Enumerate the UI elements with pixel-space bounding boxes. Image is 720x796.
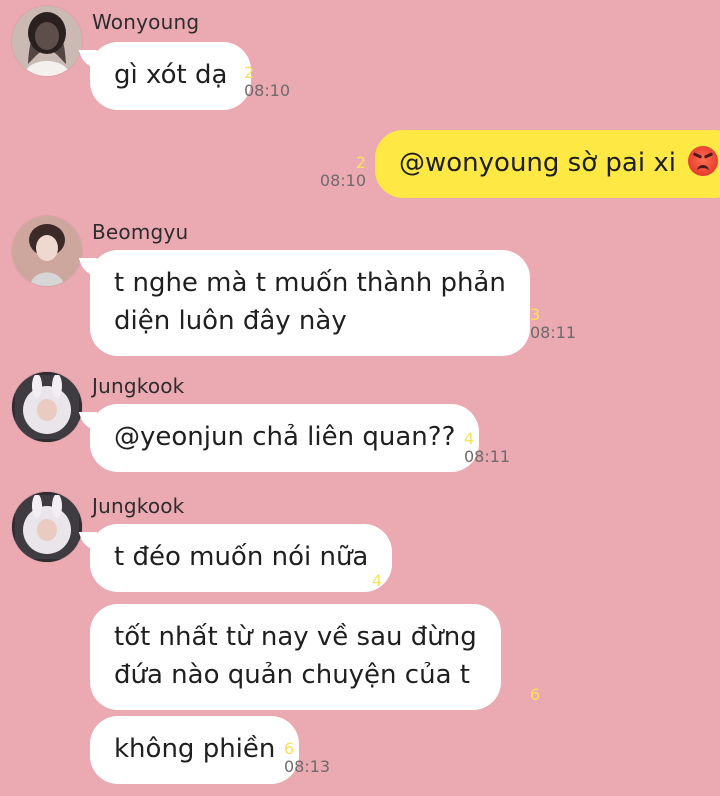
message-bubble[interactable]: tốt nhất từ nay về sau đừng đứa nào quản… bbox=[90, 604, 501, 710]
message-time: 08:10 bbox=[319, 171, 366, 190]
wonyoung-avatar-icon bbox=[12, 6, 82, 76]
message-meta: 2 08:10 bbox=[244, 64, 290, 100]
jungkook-avatar-icon bbox=[12, 492, 82, 562]
read-count: 3 bbox=[530, 305, 541, 324]
message-text: @yeonjun chả liên quan?? bbox=[114, 422, 456, 452]
message-bubble[interactable]: không phiền bbox=[90, 716, 300, 784]
message-bubble[interactable]: @wonyoung sờ pai xi bbox=[375, 130, 720, 198]
message-text: không phiền bbox=[114, 734, 276, 764]
message-text-line: diện luôn đây này bbox=[114, 306, 347, 336]
chat-thread[interactable]: Wonyoung gì xót dạ 2 08:10 2 08:10 @wony… bbox=[0, 0, 720, 796]
message-bubble[interactable]: @yeonjun chả liên quan?? bbox=[90, 404, 480, 472]
read-count: 6 bbox=[530, 685, 541, 704]
message-bubble[interactable]: gì xót dạ bbox=[90, 42, 252, 110]
read-count: 2 bbox=[244, 63, 255, 82]
wonyoung-avatar[interactable] bbox=[12, 6, 82, 76]
beomgyu-avatar[interactable] bbox=[12, 216, 82, 286]
message-meta: 2 08:10 bbox=[318, 154, 366, 190]
angry-face-icon bbox=[688, 146, 719, 176]
message-text-line: t nghe mà t muốn thành phản bbox=[114, 268, 506, 298]
beomgyu-avatar-icon bbox=[12, 216, 82, 286]
message-meta: 4 08:11 bbox=[464, 430, 510, 466]
message-time: 08:13 bbox=[284, 757, 331, 776]
message-meta: 4 bbox=[372, 572, 382, 590]
jungkook-avatar[interactable] bbox=[12, 492, 82, 562]
message-text-line: tốt nhất từ nay về sau đừng bbox=[114, 622, 477, 652]
sender-name: Jungkook bbox=[92, 374, 185, 398]
sender-name: Jungkook bbox=[92, 494, 185, 518]
message-time: 08:11 bbox=[530, 323, 577, 342]
message-meta: 6 08:13 bbox=[284, 740, 330, 776]
read-count: 2 bbox=[355, 153, 366, 172]
message-text: gì xót dạ bbox=[114, 60, 228, 90]
read-count: 6 bbox=[284, 739, 295, 758]
message-meta: 3 08:11 bbox=[530, 306, 576, 342]
jungkook-avatar[interactable] bbox=[12, 372, 82, 442]
message-text-line: đứa nào quản chuyện của t bbox=[114, 660, 470, 690]
sender-name: Beomgyu bbox=[92, 220, 189, 244]
message-bubble[interactable]: t nghe mà t muốn thành phản diện luôn đâ… bbox=[90, 250, 530, 356]
message-bubble[interactable]: t đéo muốn nói nữa bbox=[90, 524, 393, 592]
message-meta: 6 bbox=[530, 686, 540, 704]
message-time: 08:11 bbox=[464, 447, 511, 466]
read-count: 4 bbox=[372, 571, 383, 590]
message-text: t đéo muốn nói nữa bbox=[114, 542, 369, 572]
read-count: 4 bbox=[464, 429, 475, 448]
jungkook-avatar-icon bbox=[12, 372, 82, 442]
message-text: @wonyoung sờ pai xi bbox=[399, 148, 676, 178]
message-time: 08:10 bbox=[244, 81, 291, 100]
sender-name: Wonyoung bbox=[92, 10, 200, 34]
